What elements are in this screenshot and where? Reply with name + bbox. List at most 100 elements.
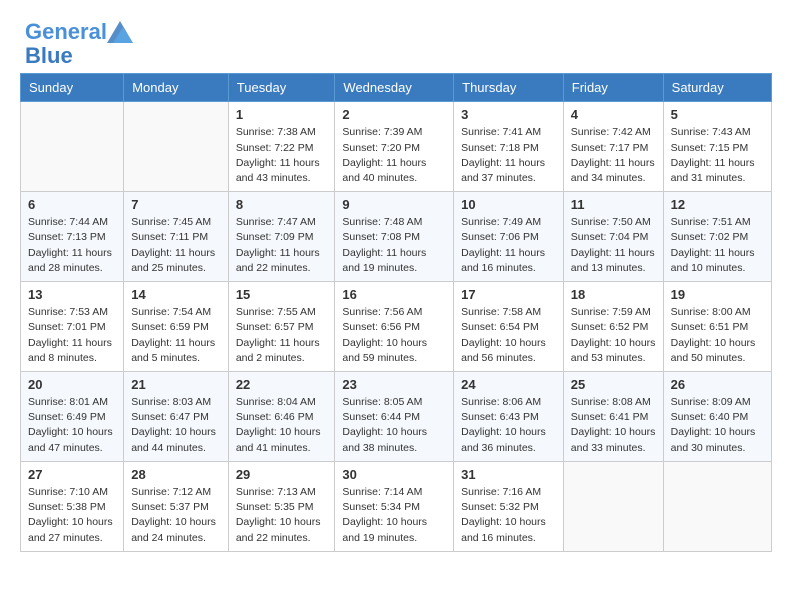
calendar-cell: 19 Sunrise: 8:00 AMSunset: 6:51 PMDayligh… (663, 282, 771, 372)
calendar-week-row: 1Sunrise: 7:38 AMSunset: 7:22 PMDaylight… (21, 102, 772, 192)
calendar-cell: 18 Sunrise: 7:59 AMSunset: 6:52 PMDayligh… (563, 282, 663, 372)
day-info: Sunrise: 7:43 AMSunset: 7:15 PMDaylight:… (671, 125, 764, 186)
day-number: 24 (461, 377, 556, 392)
day-number: 9 (342, 197, 446, 212)
logo: General Blue (25, 20, 133, 68)
day-info: Sunrise: 7:45 AMSunset: 7:11 PMDaylight:… (131, 215, 221, 276)
day-number: 26 (671, 377, 764, 392)
calendar-cell: 12 Sunrise: 7:51 AMSunset: 7:02 PMDayligh… (663, 192, 771, 282)
day-number: 21 (131, 377, 221, 392)
calendar-cell: 24Sunrise: 8:06 AMSunset: 6:43 PMDayligh… (454, 372, 564, 462)
day-info: Sunrise: 7:49 AMSunset: 7:06 PMDaylight:… (461, 215, 556, 276)
day-number: 15 (236, 287, 328, 302)
day-info: Sunrise: 8:09 AMSunset: 6:40 PMDaylight:… (671, 395, 764, 456)
day-info: Sunrise: 7:58 AMSunset: 6:54 PMDaylight:… (461, 305, 556, 366)
calendar-cell: 21 Sunrise: 8:03 AMSunset: 6:47 PMDayligh… (124, 372, 229, 462)
day-info: Sunrise: 8:01 AMSunset: 6:49 PMDaylight:… (28, 395, 116, 456)
calendar-header-row: SundayMondayTuesdayWednesdayThursdayFrid… (21, 74, 772, 102)
day-number: 19 (671, 287, 764, 302)
day-info: Sunrise: 7:13 AMSunset: 5:35 PMDaylight:… (236, 485, 328, 546)
calendar-cell (124, 102, 229, 192)
logo-text: General (25, 20, 107, 44)
calendar-cell: 4Sunrise: 7:42 AMSunset: 7:17 PMDaylight… (563, 102, 663, 192)
calendar-cell: 14 Sunrise: 7:54 AMSunset: 6:59 PMDayligh… (124, 282, 229, 372)
day-info: Sunrise: 7:51 AMSunset: 7:02 PMDaylight:… (671, 215, 764, 276)
calendar-cell: 10 Sunrise: 7:49 AMSunset: 7:06 PMDayligh… (454, 192, 564, 282)
column-header-tuesday: Tuesday (228, 74, 335, 102)
day-info: Sunrise: 8:03 AMSunset: 6:47 PMDaylight:… (131, 395, 221, 456)
day-info: Sunrise: 7:41 AMSunset: 7:18 PMDaylight:… (461, 125, 556, 186)
calendar-week-row: 20 Sunrise: 8:01 AMSunset: 6:49 PMDayligh… (21, 372, 772, 462)
day-number: 8 (236, 197, 328, 212)
day-info: Sunrise: 7:59 AMSunset: 6:52 PMDaylight:… (571, 305, 656, 366)
calendar-cell: 28 Sunrise: 7:12 AMSunset: 5:37 PMDayligh… (124, 461, 229, 551)
logo-text-2: Blue (25, 44, 133, 68)
calendar-week-row: 13Sunrise: 7:53 AMSunset: 7:01 PMDayligh… (21, 282, 772, 372)
day-number: 30 (342, 467, 446, 482)
day-info: Sunrise: 7:38 AMSunset: 7:22 PMDaylight:… (236, 125, 328, 186)
calendar-cell: 11 Sunrise: 7:50 AMSunset: 7:04 PMDayligh… (563, 192, 663, 282)
day-number: 5 (671, 107, 764, 122)
day-info: Sunrise: 7:48 AMSunset: 7:08 PMDaylight:… (342, 215, 446, 276)
day-number: 3 (461, 107, 556, 122)
day-info: Sunrise: 7:39 AMSunset: 7:20 PMDaylight:… (342, 125, 446, 186)
day-number: 20 (28, 377, 116, 392)
day-info: Sunrise: 7:16 AMSunset: 5:32 PMDaylight:… (461, 485, 556, 546)
day-info: Sunrise: 7:10 AMSunset: 5:38 PMDaylight:… (28, 485, 116, 546)
day-info: Sunrise: 8:08 AMSunset: 6:41 PMDaylight:… (571, 395, 656, 456)
day-number: 2 (342, 107, 446, 122)
calendar-cell: 20 Sunrise: 8:01 AMSunset: 6:49 PMDayligh… (21, 372, 124, 462)
day-number: 18 (571, 287, 656, 302)
day-number: 31 (461, 467, 556, 482)
day-number: 10 (461, 197, 556, 212)
day-info: Sunrise: 7:47 AMSunset: 7:09 PMDaylight:… (236, 215, 328, 276)
calendar-cell: 8 Sunrise: 7:47 AMSunset: 7:09 PMDaylight… (228, 192, 335, 282)
day-info: Sunrise: 8:04 AMSunset: 6:46 PMDaylight:… (236, 395, 328, 456)
page-header: General Blue (10, 10, 782, 73)
day-number: 23 (342, 377, 446, 392)
day-info: Sunrise: 7:53 AMSunset: 7:01 PMDaylight:… (28, 305, 116, 366)
calendar-cell: 13Sunrise: 7:53 AMSunset: 7:01 PMDayligh… (21, 282, 124, 372)
day-number: 17 (461, 287, 556, 302)
day-info: Sunrise: 7:50 AMSunset: 7:04 PMDaylight:… (571, 215, 656, 276)
column-header-monday: Monday (124, 74, 229, 102)
day-number: 14 (131, 287, 221, 302)
day-info: Sunrise: 7:44 AMSunset: 7:13 PMDaylight:… (28, 215, 116, 276)
calendar-cell: 31 Sunrise: 7:16 AMSunset: 5:32 PMDayligh… (454, 461, 564, 551)
calendar-week-row: 6 Sunrise: 7:44 AMSunset: 7:13 PMDaylight… (21, 192, 772, 282)
day-number: 28 (131, 467, 221, 482)
day-number: 11 (571, 197, 656, 212)
calendar-cell: 29Sunrise: 7:13 AMSunset: 5:35 PMDayligh… (228, 461, 335, 551)
calendar-cell: 23 Sunrise: 8:05 AMSunset: 6:44 PMDayligh… (335, 372, 454, 462)
calendar-cell: 2 Sunrise: 7:39 AMSunset: 7:20 PMDaylight… (335, 102, 454, 192)
column-header-sunday: Sunday (21, 74, 124, 102)
day-number: 12 (671, 197, 764, 212)
day-info: Sunrise: 7:54 AMSunset: 6:59 PMDaylight:… (131, 305, 221, 366)
day-info: Sunrise: 8:05 AMSunset: 6:44 PMDaylight:… (342, 395, 446, 456)
day-number: 7 (131, 197, 221, 212)
column-header-friday: Friday (563, 74, 663, 102)
calendar-cell: 3 Sunrise: 7:41 AMSunset: 7:18 PMDaylight… (454, 102, 564, 192)
calendar-cell: 22 Sunrise: 8:04 AMSunset: 6:46 PMDayligh… (228, 372, 335, 462)
day-number: 22 (236, 377, 328, 392)
day-number: 4 (571, 107, 656, 122)
day-number: 27 (28, 467, 116, 482)
day-number: 25 (571, 377, 656, 392)
calendar-cell (663, 461, 771, 551)
calendar-table: SundayMondayTuesdayWednesdayThursdayFrid… (20, 73, 772, 551)
day-info: Sunrise: 8:00 AMSunset: 6:51 PMDaylight:… (671, 305, 764, 366)
calendar-cell (21, 102, 124, 192)
calendar-week-row: 27 Sunrise: 7:10 AMSunset: 5:38 PMDayligh… (21, 461, 772, 551)
day-number: 16 (342, 287, 446, 302)
column-header-thursday: Thursday (454, 74, 564, 102)
calendar-body: 1Sunrise: 7:38 AMSunset: 7:22 PMDaylight… (21, 102, 772, 551)
calendar-cell: 25 Sunrise: 8:08 AMSunset: 6:41 PMDayligh… (563, 372, 663, 462)
logo-icon (107, 21, 133, 43)
day-info: Sunrise: 7:55 AMSunset: 6:57 PMDaylight:… (236, 305, 328, 366)
calendar-cell: 27 Sunrise: 7:10 AMSunset: 5:38 PMDayligh… (21, 461, 124, 551)
calendar-cell: 6 Sunrise: 7:44 AMSunset: 7:13 PMDaylight… (21, 192, 124, 282)
day-info: Sunrise: 7:12 AMSunset: 5:37 PMDaylight:… (131, 485, 221, 546)
day-number: 6 (28, 197, 116, 212)
calendar-cell: 15 Sunrise: 7:55 AMSunset: 6:57 PMDayligh… (228, 282, 335, 372)
column-header-saturday: Saturday (663, 74, 771, 102)
